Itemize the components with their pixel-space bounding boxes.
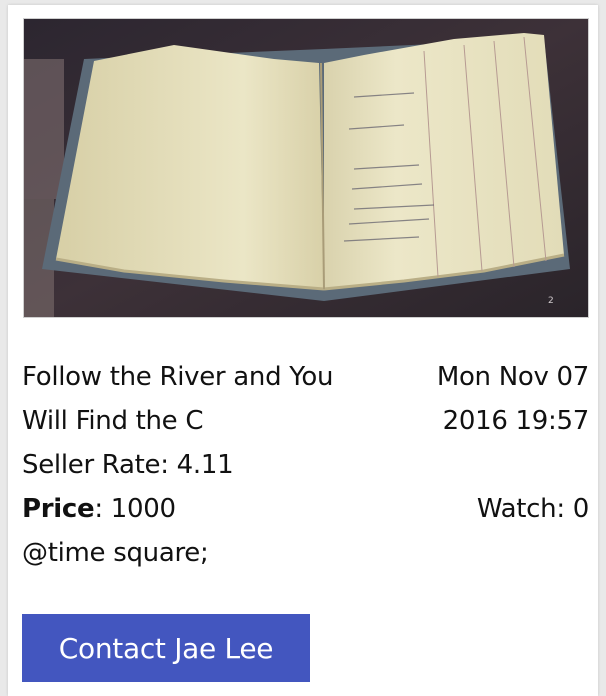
seller-rate: Seller Rate: 4.11	[22, 443, 234, 487]
price-value: : 1000	[94, 494, 176, 524]
watch-value: 0	[572, 494, 590, 524]
listing-date: Mon Nov 07 2016 19:57	[436, 362, 589, 436]
watch-label: Watch:	[476, 494, 565, 524]
photo-number: 2	[548, 296, 554, 306]
listing-photo: 2	[23, 18, 589, 318]
price-label: Price	[22, 494, 95, 524]
listing-price: Price: 1000	[22, 487, 176, 531]
seller-rate-value: 4.11	[176, 450, 234, 480]
book-image: 2	[24, 19, 588, 317]
listing-title: Follow the River and You Will Find the C	[22, 362, 334, 436]
listing-location: @time square;	[22, 538, 209, 568]
listing-card: 2 Follow the River and You Will Find the…	[8, 5, 598, 696]
seller-rate-label: Seller Rate:	[22, 450, 169, 480]
watch-count: Watch: 0	[477, 487, 589, 531]
contact-seller-button[interactable]: Contact Jae Lee	[22, 614, 310, 682]
